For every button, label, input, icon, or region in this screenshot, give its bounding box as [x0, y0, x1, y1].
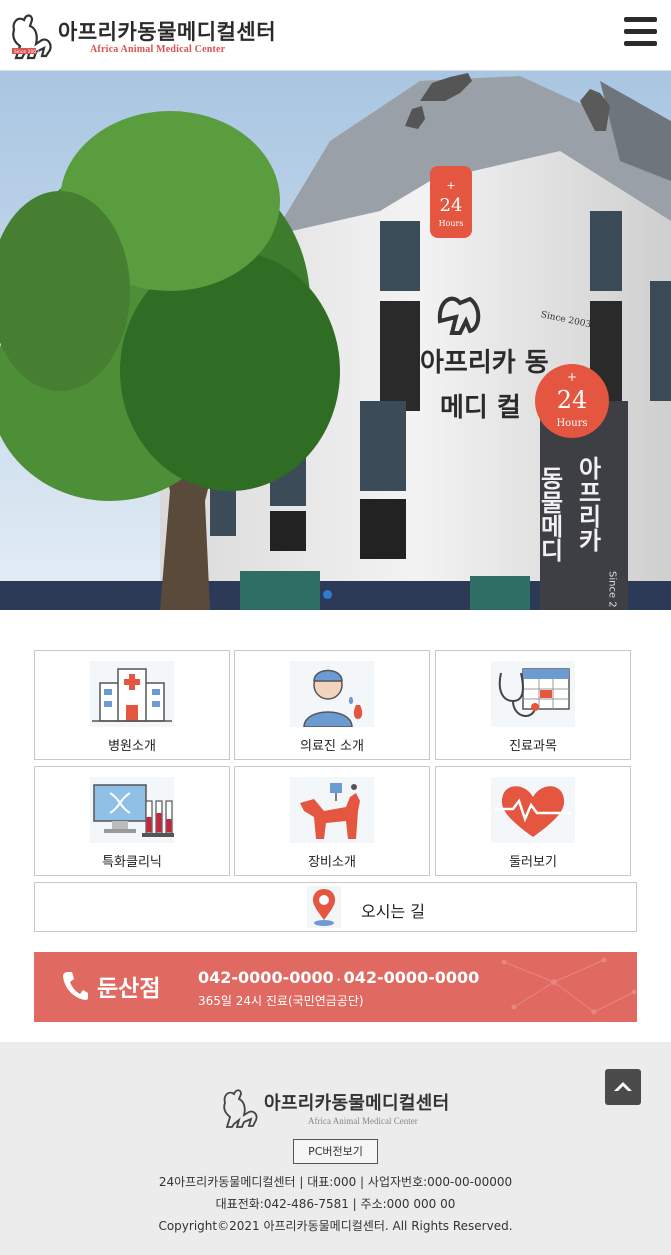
- phone-separator: ·: [336, 975, 341, 986]
- map-pin-icon: [307, 886, 341, 928]
- menu-tile-hospital-intro[interactable]: 병원소개: [34, 650, 230, 760]
- dna-test-tube-icon: [90, 777, 174, 843]
- branch-phone-2[interactable]: 042-0000-0000: [344, 968, 480, 987]
- logo-since: Since 2003: [14, 49, 39, 55]
- footer-info-line-1: 24아프리카동물메디컬센터 | 대표:000 | 사업자번호:000-00-00…: [158, 1175, 513, 1189]
- hero-slider[interactable]: + 24 Hours 아프리카 동 메디 컬 + 24 Hours 동물메디 아…: [0, 71, 671, 610]
- logo-subtitle: Africa Animal Medical Center: [90, 44, 226, 55]
- menu-tile-special-clinic[interactable]: 특화클리닉: [34, 766, 230, 876]
- menu-label: 병원소개: [108, 739, 156, 754]
- svg-text:+: +: [567, 370, 577, 384]
- header: Since 2003 아프리카동물메디컬센터 Africa Animal Med…: [0, 0, 671, 71]
- pillar-sign-hours: Hours: [556, 418, 587, 429]
- wall-sign-24: 24: [440, 195, 463, 216]
- hero-image: + 24 Hours 아프리카 동 메디 컬 + 24 Hours 동물메디 아…: [0, 71, 671, 610]
- footer-info-line-2: 대표전화:042-486-7581 | 주소:000 000 00: [215, 1197, 456, 1211]
- pillar-text: 동물메디: [536, 466, 565, 562]
- pillar-sign-24: 24: [557, 386, 588, 414]
- svg-text:+: +: [446, 179, 455, 192]
- heart-pulse-icon: [491, 777, 575, 843]
- branch-banner[interactable]: 둔산점 042-0000-0000 · 042-0000-0000 365일 24시…: [34, 952, 637, 1022]
- chevron-up-icon: [614, 1082, 632, 1091]
- branch-hours: 365일 24시 진료(국민연금공단): [198, 994, 364, 1008]
- pillar-text-2: 아프리카: [574, 456, 603, 552]
- slider-dot-active[interactable]: [323, 590, 332, 599]
- dog-equipment-icon: [290, 777, 374, 843]
- logo-title: 아프리카동물메디컬센터: [58, 19, 277, 44]
- footer-logo: 아프리카동물메디컬센터 Africa Animal Medical Center: [220, 1085, 460, 1131]
- branch-name: 둔산점: [97, 976, 161, 1002]
- menu-tile-equipment[interactable]: 장비소개: [234, 766, 430, 876]
- stethoscope-calendar-icon: [491, 661, 575, 727]
- logo-dog-icon: Since 2003: [12, 14, 52, 60]
- scroll-top-button[interactable]: [605, 1069, 641, 1105]
- hospital-building-icon: [90, 661, 174, 727]
- branch-phone-1[interactable]: 042-0000-0000: [198, 968, 334, 987]
- logo[interactable]: Since 2003 아프리카동물메디컬센터 Africa Animal Med…: [8, 10, 278, 60]
- phone-icon: [63, 972, 88, 1000]
- footer-logo-title: 아프리카동물메디컬센터: [264, 1093, 450, 1114]
- menu-label: 의료진 소개: [300, 739, 364, 754]
- pc-version-button[interactable]: PC버전보기: [293, 1139, 378, 1164]
- menu-label: 둘러보기: [509, 855, 557, 870]
- hamburger-menu-icon[interactable]: [624, 17, 657, 50]
- menu-tile-medical-staff[interactable]: 의료진 소개: [234, 650, 430, 760]
- menu-label: 특화클리닉: [102, 855, 162, 870]
- menu-tile-tour[interactable]: 둘러보기: [435, 766, 631, 876]
- facade-text-2: 메디 컬: [440, 393, 521, 423]
- footer-copyright: Copyright©2021 아프리카동물메디컬센터. All Rights R…: [158, 1219, 513, 1233]
- menu-tile-directions[interactable]: 오시는 길: [34, 882, 637, 932]
- footer-logo-dog-icon: [223, 1089, 258, 1128]
- menu-label: 진료과목: [509, 739, 557, 754]
- branch-phones[interactable]: 042-0000-0000 · 042-0000-0000: [198, 968, 479, 987]
- directions-label: 오시는 길: [361, 902, 425, 921]
- footer-logo-subtitle: Africa Animal Medical Center: [308, 1116, 418, 1126]
- wall-sign-hours: Hours: [439, 219, 464, 228]
- pillar-since: Since 2: [607, 571, 618, 608]
- menu-tile-departments[interactable]: 진료과목: [435, 650, 631, 760]
- doctor-icon: [290, 661, 374, 727]
- menu-label: 장비소개: [308, 855, 356, 870]
- facade-text-1: 아프리카 동: [420, 348, 549, 378]
